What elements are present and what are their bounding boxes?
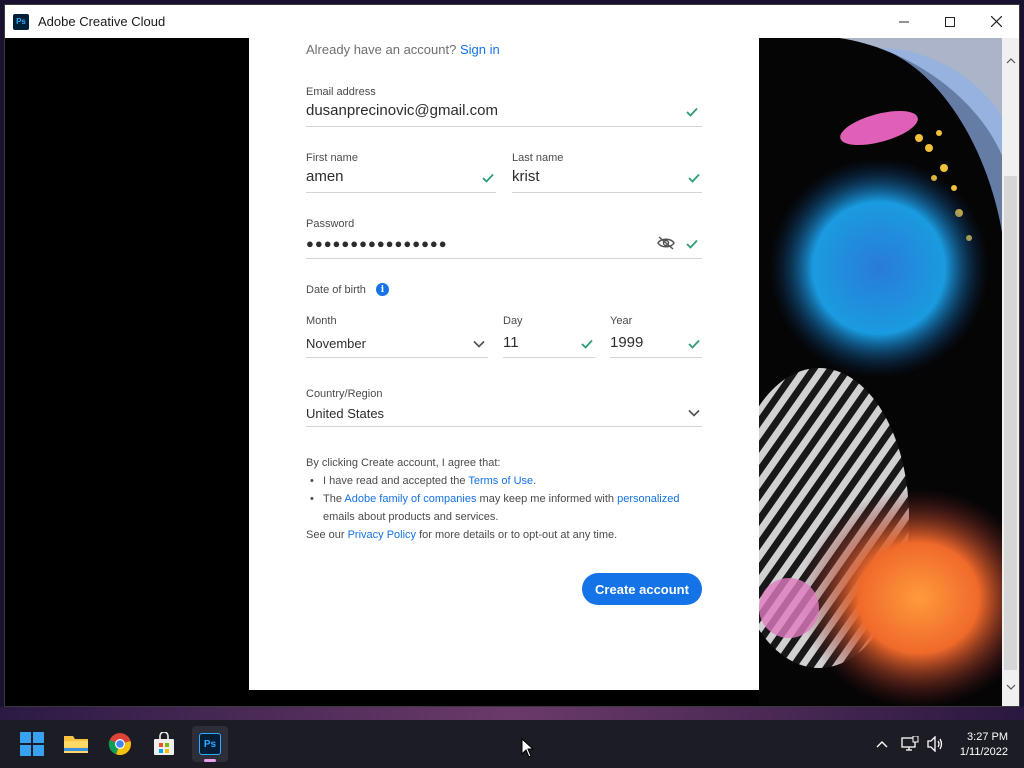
dob-label: Date of birth	[306, 284, 366, 296]
speaker-icon	[927, 736, 943, 752]
last-name-field[interactable]: krist	[512, 168, 540, 185]
email-valid-check-icon	[686, 107, 698, 117]
year-underline	[610, 357, 702, 358]
country-select[interactable]: United States	[306, 406, 384, 421]
window-content: Already have an account? Sign in Email a…	[5, 38, 1019, 706]
background-artwork	[759, 38, 1003, 706]
chevron-up-icon	[876, 741, 888, 748]
start-button[interactable]	[16, 728, 48, 760]
last-name-label: Last name	[512, 152, 564, 164]
password-valid-check-icon	[686, 239, 698, 249]
create-account-button[interactable]: Create account	[582, 573, 702, 605]
first-name-field[interactable]: amen	[306, 168, 344, 185]
day-underline	[503, 357, 595, 358]
month-select[interactable]: November	[306, 336, 366, 351]
last-name-underline	[512, 192, 702, 193]
day-valid-check-icon	[581, 339, 593, 349]
maximize-button[interactable]	[927, 5, 973, 38]
hide-password-icon[interactable]	[657, 236, 675, 250]
email-underline	[306, 126, 702, 127]
close-button[interactable]	[973, 5, 1019, 38]
network-icon	[901, 736, 919, 751]
month-chevron-down-icon[interactable]	[473, 340, 485, 348]
signin-prompt-text: Already have an account?	[306, 42, 457, 57]
legal-notice: By clicking Create account, I agree that…	[306, 454, 706, 544]
taskbar: Ps 3:27 PM 1/11/2022	[0, 720, 1024, 768]
legal-text: I have read and accepted the	[323, 475, 469, 487]
maximize-icon	[945, 16, 955, 27]
country-label: Country/Region	[306, 388, 383, 400]
legal-text: .	[533, 475, 537, 487]
year-label: Year	[610, 315, 633, 327]
photoshop-icon: Ps	[199, 733, 221, 755]
legal-outro: See our Privacy Policy for more details …	[306, 526, 706, 544]
privacy-policy-link[interactable]: Privacy Policy	[348, 529, 416, 541]
year-field[interactable]: 1999	[610, 334, 643, 351]
chrome-button[interactable]	[104, 728, 136, 760]
legal-text: may keep me informed with	[476, 493, 618, 505]
store-icon	[154, 732, 174, 755]
email-label: Email address	[306, 86, 376, 98]
scroll-thumb[interactable]	[1004, 176, 1017, 670]
info-icon[interactable]: i	[376, 283, 389, 296]
vertical-scrollbar[interactable]	[1002, 38, 1019, 706]
day-field[interactable]: 11	[503, 334, 519, 351]
signin-link[interactable]: Sign in	[460, 42, 500, 57]
legal-bullet-terms: I have read and accepted the Terms of Us…	[306, 472, 706, 490]
folder-icon	[64, 736, 88, 753]
year-valid-check-icon	[688, 339, 700, 349]
legal-text: for more details or to opt-out at any ti…	[416, 529, 618, 541]
scroll-down-arrow[interactable]	[1002, 678, 1019, 695]
title-bar[interactable]: Ps Adobe Creative Cloud	[5, 5, 1019, 38]
store-button[interactable]	[148, 728, 180, 760]
scroll-up-arrow[interactable]	[1002, 52, 1019, 69]
country-underline	[306, 426, 702, 427]
first-name-label: First name	[306, 152, 358, 164]
app-window: Ps Adobe Creative Cloud Already have an …	[4, 4, 1020, 707]
email-field[interactable]: dusanprecinovic@gmail.com	[306, 102, 498, 119]
terms-of-use-link[interactable]: Terms of Use	[468, 475, 533, 487]
password-field[interactable]: ●●●●●●●●●●●●●●●●	[306, 236, 448, 251]
volume-button[interactable]	[925, 734, 945, 754]
day-label: Day	[503, 315, 523, 327]
clock-date: 1/11/2022	[959, 746, 1008, 758]
country-chevron-down-icon[interactable]	[688, 409, 700, 417]
signin-prompt: Already have an account? Sign in	[306, 42, 500, 57]
minimize-icon	[899, 21, 909, 22]
photoshop-app-icon: Ps	[13, 13, 29, 30]
first-name-underline	[306, 192, 496, 193]
month-underline	[306, 357, 488, 358]
password-label: Password	[306, 218, 355, 230]
active-indicator	[204, 759, 216, 762]
close-icon	[990, 16, 1002, 27]
legal-text: The	[323, 493, 345, 505]
photoshop-taskbar-button[interactable]: Ps	[192, 726, 228, 762]
adobe-family-link[interactable]: Adobe family of companies	[344, 493, 476, 505]
last-name-valid-check-icon	[688, 173, 700, 183]
chevron-up-icon	[1006, 57, 1015, 63]
network-button[interactable]	[900, 734, 920, 754]
signup-card: Already have an account? Sign in Email a…	[249, 38, 759, 690]
legal-bullet-emails: The Adobe family of companies may keep m…	[306, 490, 706, 526]
window-controls	[881, 5, 1019, 38]
legal-text: See our	[306, 529, 348, 541]
month-label: Month	[306, 315, 337, 327]
file-explorer-button[interactable]	[60, 728, 92, 760]
clock-time: 3:27 PM	[967, 731, 1008, 743]
mouse-cursor-icon	[521, 738, 535, 758]
desktop-wallpaper-strip	[0, 707, 1024, 720]
first-name-valid-check-icon	[482, 173, 494, 183]
tray-overflow-button[interactable]	[872, 734, 892, 754]
windows-icon	[20, 732, 44, 756]
chrome-icon	[108, 733, 131, 756]
chevron-down-icon	[1006, 684, 1015, 690]
personalized-link[interactable]: personalized	[617, 493, 679, 505]
legal-intro: By clicking Create account, I agree that…	[306, 457, 501, 469]
minimize-button[interactable]	[881, 5, 927, 38]
legal-text: emails about products and services.	[323, 511, 499, 523]
clock[interactable]: 3:27 PM 1/11/2022	[960, 730, 1008, 760]
password-underline	[306, 258, 702, 259]
window-title: Adobe Creative Cloud	[38, 14, 166, 29]
